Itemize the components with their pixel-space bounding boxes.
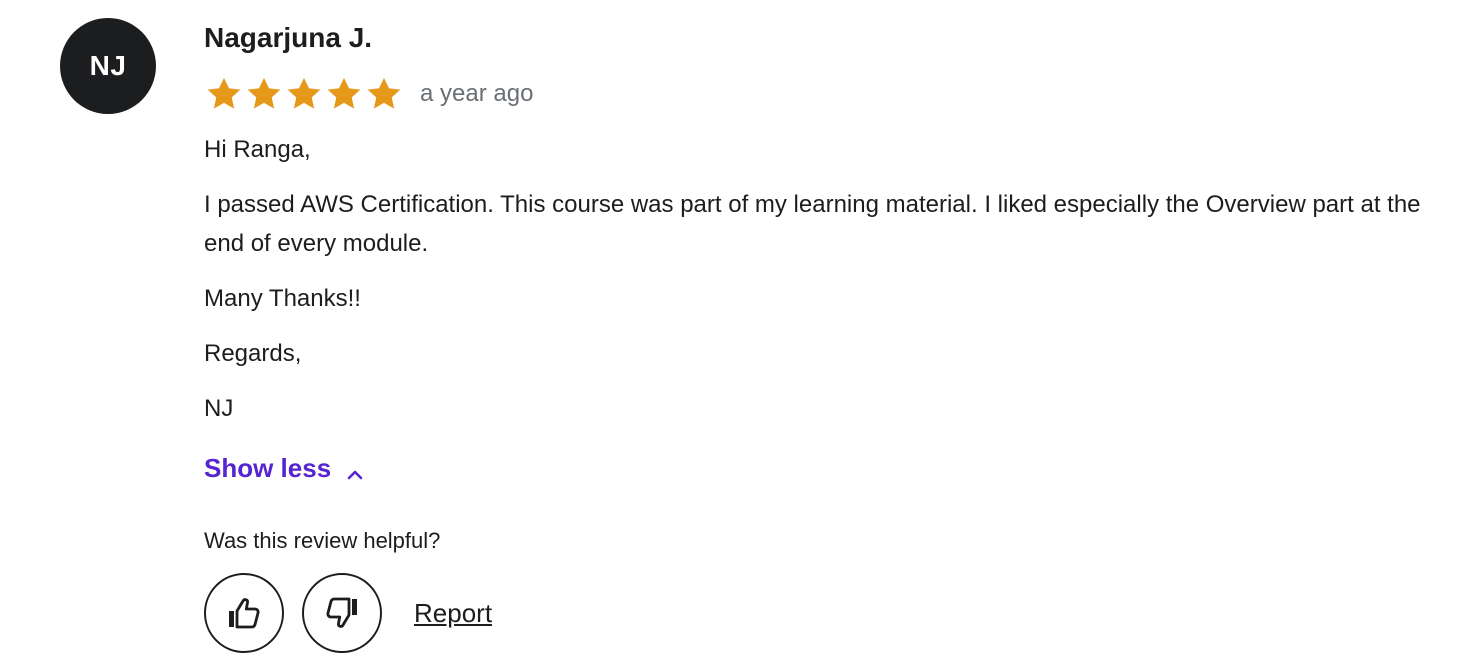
avatar-initials: NJ [89, 50, 127, 81]
review-paragraph: Regards, [204, 340, 302, 367]
review-paragraph: I passed AWS Certification. This course … [204, 191, 1421, 257]
thumbs-up-icon [224, 593, 264, 633]
star-icon [204, 75, 244, 113]
review-body: Hi Ranga, I passed AWS Certification. Th… [204, 130, 1434, 444]
review-paragraph: Many Thanks!! [204, 285, 361, 312]
review-actions: Report [204, 573, 492, 653]
thumbs-up-button[interactable] [204, 573, 284, 653]
star-icon [364, 75, 404, 113]
show-less-label: Show less [204, 453, 332, 483]
review-paragraph: Hi Ranga, [204, 136, 311, 163]
review-time: a year ago [420, 80, 534, 107]
star-icon [244, 75, 284, 113]
show-less-button[interactable]: Show less [204, 450, 365, 486]
chevron-up-icon [345, 458, 365, 480]
reviewer-name: Nagarjuna J. [204, 22, 373, 53]
thumbs-down-button[interactable] [302, 573, 382, 653]
review-paragraph: NJ [204, 395, 234, 422]
review-card: NJ Nagarjuna J. a year ago Hi Ranga, I p… [0, 0, 1458, 672]
star-rating [204, 75, 404, 113]
star-icon [284, 75, 324, 113]
report-link[interactable]: Report [414, 595, 492, 631]
star-icon [324, 75, 364, 113]
helpful-question: Was this review helpful? [204, 528, 441, 553]
rating-row: a year ago [204, 74, 533, 114]
thumbs-down-icon [322, 593, 362, 633]
avatar: NJ [60, 18, 156, 114]
